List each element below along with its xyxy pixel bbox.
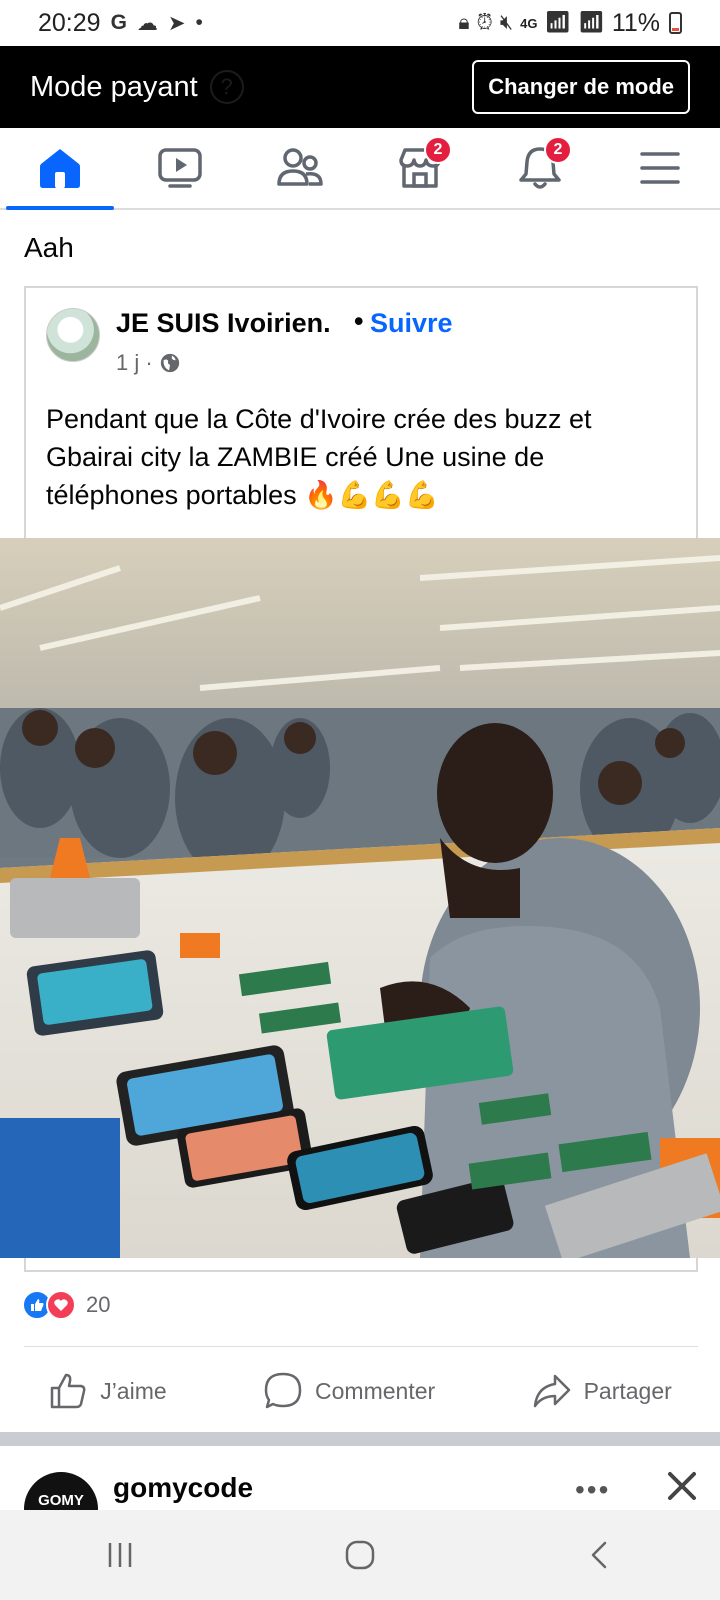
follow-button[interactable]: Suivre [370, 308, 453, 339]
mute-icon: 🔇︎ [499, 11, 514, 34]
telegram-icon: ➤ [167, 11, 186, 35]
change-mode-button[interactable]: Changer de mode [472, 60, 690, 114]
reaction-count: 20 [86, 1292, 111, 1317]
friends-icon [277, 148, 323, 186]
signal-icon: 📶︎ [578, 11, 605, 34]
reaction-summary[interactable]: 20 [22, 1290, 110, 1320]
menu-icon [640, 152, 680, 184]
tab-friends[interactable] [240, 128, 360, 208]
recent-apps-button[interactable] [90, 1525, 150, 1585]
marketplace-badge: 2 [424, 136, 452, 164]
back-icon [591, 1541, 607, 1569]
home-circle-icon [345, 1540, 375, 1570]
tab-notifications[interactable]: 2 [480, 128, 600, 208]
home-button[interactable] [330, 1525, 390, 1585]
tab-video[interactable] [120, 128, 240, 208]
like-label: J’aime [100, 1377, 167, 1404]
system-navigation-bar [0, 1510, 720, 1600]
dot-icon: • [195, 11, 203, 34]
separator-dot: • [354, 306, 364, 336]
video-icon [158, 148, 202, 188]
home-icon [40, 149, 80, 188]
status-bar: 20:29 G ☁ ➤ • 🔒︎ ⏰︎ 🔇︎ 4G 📶︎ 📶︎ 11% [0, 0, 720, 46]
back-button[interactable] [570, 1525, 630, 1585]
google-g-icon: G [110, 11, 127, 34]
next-post-author[interactable]: gomycode [113, 1472, 253, 1504]
comment-icon [264, 1372, 302, 1409]
help-icon[interactable]: ? [209, 70, 244, 104]
notifications-badge: 2 [544, 136, 572, 164]
like-button[interactable]: J’aime [48, 1371, 167, 1411]
battery-level: 11% [611, 8, 660, 37]
avatar[interactable] [46, 308, 100, 362]
globe-icon [160, 353, 179, 373]
divider [24, 1346, 698, 1347]
post-time: 1 j · [116, 350, 153, 375]
cloud-icon: ☁ [136, 11, 158, 35]
tab-home[interactable] [0, 128, 120, 210]
post-actions: J’aime Commenter Partager [0, 1356, 720, 1426]
post-text: Pendant que la Côte d'Ivoire crée des bu… [46, 404, 592, 510]
lock-icon: 🔒︎ [458, 11, 470, 34]
tab-menu[interactable] [600, 128, 720, 208]
comment-label: Commenter [315, 1377, 436, 1404]
share-icon [533, 1374, 570, 1408]
mode-title: Mode payant [30, 70, 198, 103]
tab-bar: 2 2 [0, 128, 720, 210]
battery-icon [669, 12, 682, 34]
factory-photo [0, 538, 720, 1258]
signal-icon: 📶︎ [544, 11, 572, 34]
tab-marketplace[interactable]: 2 [360, 128, 480, 208]
post-meta: 1 j · [116, 350, 181, 376]
close-icon[interactable] [664, 1468, 700, 1504]
share-button[interactable]: Partager [532, 1371, 672, 1411]
post-image[interactable] [0, 538, 720, 1258]
thumbs-up-icon [50, 1373, 86, 1409]
share-label: Partager [583, 1377, 672, 1404]
paid-mode-bar: Mode payant ? Changer de mode [0, 46, 720, 128]
status-time: 20:29 [38, 8, 101, 37]
post-author[interactable]: JE SUIS Ivoirien. [116, 308, 331, 339]
comment-button[interactable]: Commenter [263, 1371, 435, 1411]
recent-apps-icon [108, 1543, 132, 1567]
network-type: 4G [520, 15, 538, 31]
post-caption: Aah [24, 232, 74, 263]
feed-separator [0, 1432, 720, 1446]
love-reaction-icon [46, 1290, 76, 1320]
next-post: GOMY gomycode ••• [0, 1446, 720, 1546]
avatar-text: GOMY [38, 1491, 84, 1509]
alarm-icon: ⏰︎ [476, 11, 493, 34]
more-options-icon[interactable]: ••• [575, 1474, 610, 1506]
